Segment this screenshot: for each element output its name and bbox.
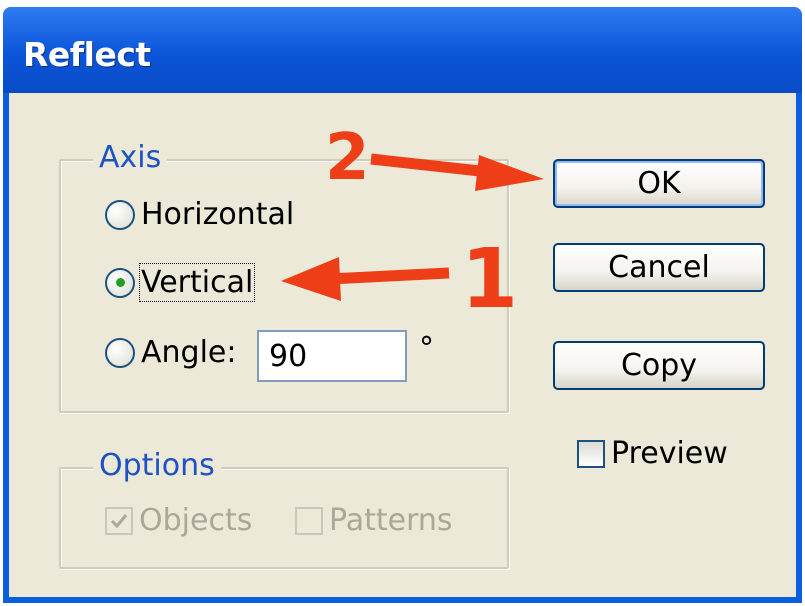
- annotation-1: 1: [461, 232, 519, 327]
- annotation-2: 2: [325, 121, 370, 195]
- arrow-1-icon: [281, 257, 450, 301]
- arrow-2-icon: [370, 153, 544, 191]
- reflect-dialog: Reflect Axis Horizontal Vertical Angle: …: [3, 7, 802, 603]
- annotation-arrows: [281, 153, 544, 301]
- window-title: Reflect: [23, 35, 151, 74]
- title-bar[interactable]: Reflect: [3, 7, 802, 93]
- dialog-body: Axis Horizontal Vertical Angle: ° Option…: [9, 93, 796, 597]
